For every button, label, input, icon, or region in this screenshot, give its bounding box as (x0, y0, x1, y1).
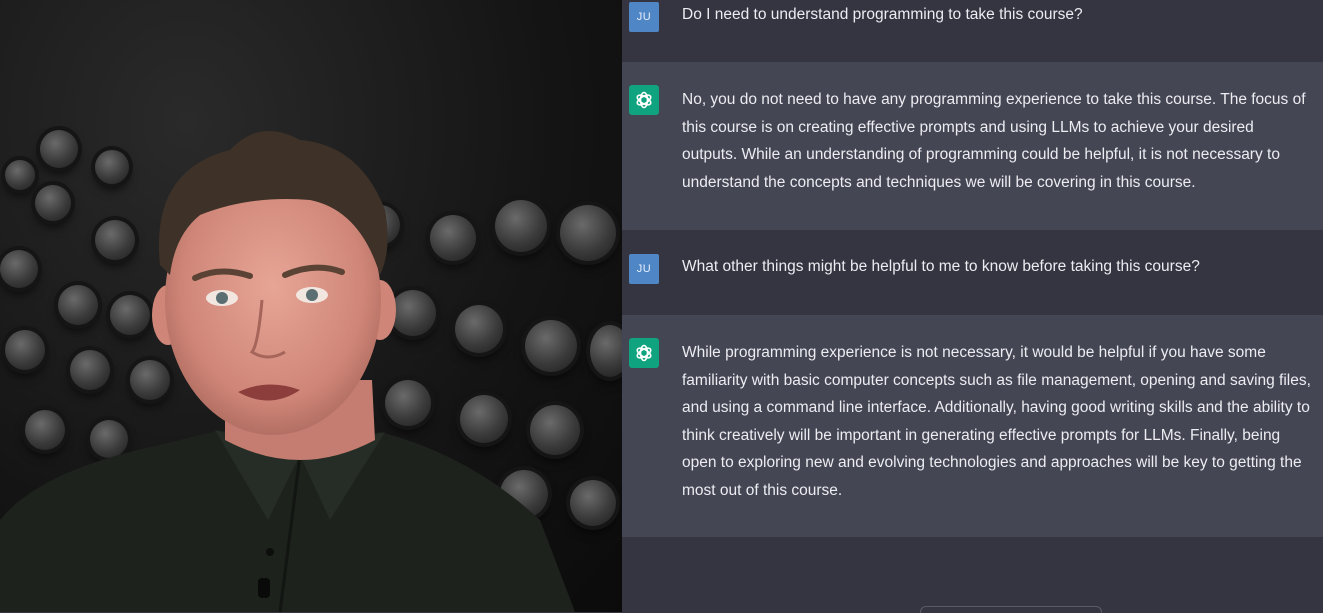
presenter-figure (0, 131, 575, 612)
user-message: JU Do I need to understand programming t… (622, 0, 1323, 62)
assistant-message: While programming experience is not nece… (622, 315, 1323, 537)
message-text: What other things might be helpful to me… (682, 258, 1200, 275)
user-avatar: JU (629, 254, 659, 284)
message-text: While programming experience is not nece… (682, 344, 1311, 499)
assistant-message: No, you do not need to have any programm… (622, 62, 1323, 230)
user-message: JU What other things might be helpful to… (622, 230, 1323, 315)
openai-logo-icon (629, 85, 659, 115)
chat-panel: JU Do I need to understand programming t… (622, 0, 1323, 613)
openai-logo-icon (629, 338, 659, 368)
presenter-video (0, 0, 622, 612)
user-avatar: JU (629, 2, 659, 32)
message-text: No, you do not need to have any programm… (682, 91, 1306, 191)
message-text: Do I need to understand programming to t… (682, 6, 1083, 23)
